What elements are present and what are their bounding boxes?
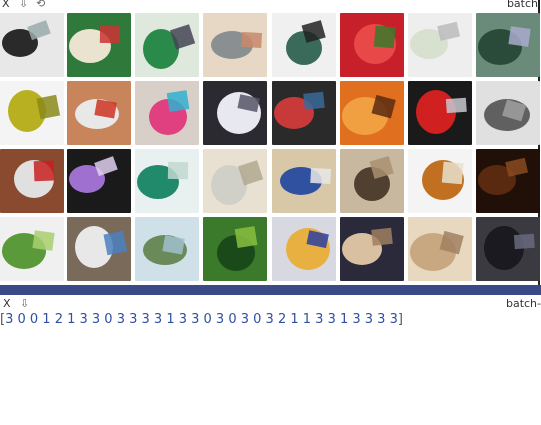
image-tile	[340, 149, 404, 213]
tile-image	[203, 217, 267, 281]
tile-image	[0, 13, 64, 77]
tile-image	[340, 217, 404, 281]
batch-title: batch	[506, 0, 538, 10]
close-bracket: ]	[397, 312, 403, 327]
image-tile	[135, 13, 199, 77]
bottom-toolbar: X ⇩ batch-	[0, 296, 541, 311]
tile-image	[0, 81, 64, 145]
image-tile	[67, 217, 131, 281]
tile-image	[408, 217, 472, 281]
tile-image	[67, 13, 131, 77]
image-tile	[272, 217, 336, 281]
tile-image	[203, 149, 267, 213]
tile-image	[67, 149, 131, 213]
image-tile	[0, 81, 64, 145]
image-tile	[340, 217, 404, 281]
image-tile	[203, 81, 267, 145]
top-toolbar: X ⇩ ⟲ batch	[0, 0, 541, 10]
tile-image	[67, 217, 131, 281]
tile-image	[408, 149, 472, 213]
batch-title-bottom: batch-	[505, 297, 541, 310]
tile-image	[135, 13, 199, 77]
tile-image	[272, 217, 336, 281]
image-tile	[0, 13, 64, 77]
section-divider	[0, 285, 541, 295]
image-tile	[272, 149, 336, 213]
tile-image	[340, 81, 404, 145]
image-tile	[67, 149, 131, 213]
image-tile	[340, 13, 404, 77]
label-values: 3 0 0 1 2 1 3 3 0 3 3 3 3 1 3 3 0 3 0 3 …	[5, 312, 398, 327]
image-tile	[203, 217, 267, 281]
tile-image	[135, 217, 199, 281]
image-tile	[340, 81, 404, 145]
image-tile	[0, 217, 64, 281]
tile-image	[203, 13, 267, 77]
tile-image	[67, 81, 131, 145]
image-tile	[272, 81, 336, 145]
image-tile	[203, 13, 267, 77]
tile-image	[0, 149, 64, 213]
image-tile	[476, 13, 540, 77]
image-tile	[135, 149, 199, 213]
tile-image	[476, 81, 540, 145]
image-tile	[408, 81, 472, 145]
image-tile	[0, 149, 64, 213]
tile-image	[408, 81, 472, 145]
tile-image	[340, 149, 404, 213]
image-tile	[408, 217, 472, 281]
download-arrow-icon[interactable]: ⇩	[19, 0, 28, 10]
image-tile	[476, 217, 540, 281]
image-tile	[408, 13, 472, 77]
tile-image	[272, 149, 336, 213]
image-tile	[408, 149, 472, 213]
tile-image	[135, 149, 199, 213]
tile-image	[476, 149, 540, 213]
tile-image	[272, 13, 336, 77]
undo-icon[interactable]: ⟲	[36, 0, 45, 10]
tile-image	[0, 217, 64, 281]
tile-image	[476, 13, 540, 77]
image-tile	[135, 217, 199, 281]
tile-image	[203, 81, 267, 145]
tile-image	[272, 81, 336, 145]
image-tile	[476, 81, 540, 145]
close-button[interactable]: X	[2, 0, 10, 10]
image-tile	[135, 81, 199, 145]
image-tile	[203, 149, 267, 213]
image-tile	[67, 81, 131, 145]
close-button-bottom[interactable]: X	[3, 297, 11, 310]
tile-image	[476, 217, 540, 281]
image-tile	[67, 13, 131, 77]
tile-image	[340, 13, 404, 77]
labels-output: [3 0 0 1 2 1 3 3 0 3 3 3 3 1 3 3 0 3 0 3…	[0, 312, 403, 327]
download-arrow-icon[interactable]: ⇩	[20, 297, 29, 310]
image-tile	[272, 13, 336, 77]
tile-image	[408, 13, 472, 77]
tile-image	[135, 81, 199, 145]
image-tile	[476, 149, 540, 213]
image-grid	[0, 13, 541, 283]
